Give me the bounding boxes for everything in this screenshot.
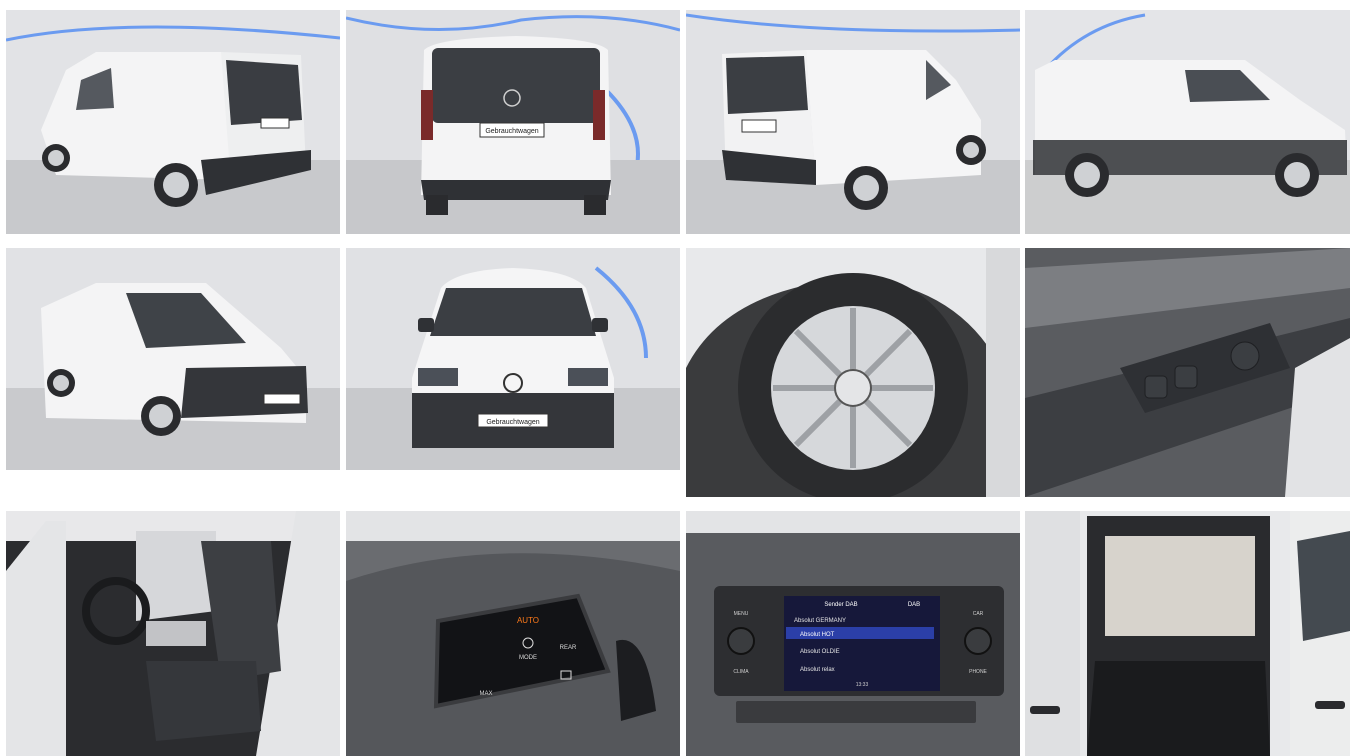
climate-rear-label: REAR xyxy=(560,645,577,651)
gallery-photo-climate-control[interactable]: AUTO MODE REAR MAX xyxy=(346,511,680,756)
gallery-photo-front[interactable]: Gebrauchtwagen xyxy=(346,248,680,470)
radio-header: Sender DAB xyxy=(824,602,857,608)
gallery-photo-cargo-area[interactable] xyxy=(1025,511,1350,756)
van-rear-right-image xyxy=(686,10,1020,234)
radio-menu-label: MENU xyxy=(734,611,749,617)
van-front-left-image xyxy=(6,248,340,470)
gallery-photo-driver-seat[interactable] xyxy=(6,511,340,756)
climate-mode-label: MODE xyxy=(519,655,537,661)
radio-station-4: Absolut relax xyxy=(800,667,835,673)
van-rear-image: Gebrauchtwagen xyxy=(346,10,680,234)
gallery-photo-door-switches[interactable] xyxy=(1025,248,1350,497)
climate-panel-image: AUTO MODE REAR MAX xyxy=(346,511,680,756)
climate-max-label: MAX xyxy=(479,691,492,697)
gallery-photo-rear-left[interactable] xyxy=(6,10,340,234)
gallery-photo-rear[interactable]: Gebrauchtwagen xyxy=(346,10,680,234)
radio-station-3: Absolut OLDIE xyxy=(800,649,840,655)
gallery-photo-infotainment[interactable]: MENU CLIMA CAR PHONE Sender DAB DAB Abso… xyxy=(686,511,1020,756)
wheel-image xyxy=(686,248,1020,497)
van-front-image: Gebrauchtwagen xyxy=(346,248,680,470)
radio-car-label: CAR xyxy=(973,611,984,617)
gallery-photo-wheel[interactable] xyxy=(686,248,1020,497)
radio-clima-label: CLIMA xyxy=(733,669,749,675)
climate-auto-label: AUTO xyxy=(517,616,539,625)
gallery-photo-side[interactable] xyxy=(1025,10,1350,234)
radio-time: 13:33 xyxy=(856,682,869,688)
door-switches-image xyxy=(1025,248,1350,497)
van-side-image xyxy=(1025,10,1350,234)
radio-phone-label: PHONE xyxy=(969,669,987,675)
gallery-photo-front-left[interactable] xyxy=(6,248,340,470)
front-plate-text: Gebrauchtwagen xyxy=(486,419,539,426)
infotainment-image: MENU CLIMA CAR PHONE Sender DAB DAB Abso… xyxy=(686,511,1020,756)
cargo-area-image xyxy=(1025,511,1350,756)
driver-seat-image xyxy=(6,511,340,756)
rear-plate-text: Gebrauchtwagen xyxy=(485,128,538,135)
gallery-photo-rear-right[interactable] xyxy=(686,10,1020,234)
van-rear-left-image xyxy=(6,10,340,234)
radio-station-2: Absolut HOT xyxy=(800,632,835,638)
radio-band: DAB xyxy=(908,602,920,608)
radio-station-1: Absolut GERMANY xyxy=(794,618,846,624)
